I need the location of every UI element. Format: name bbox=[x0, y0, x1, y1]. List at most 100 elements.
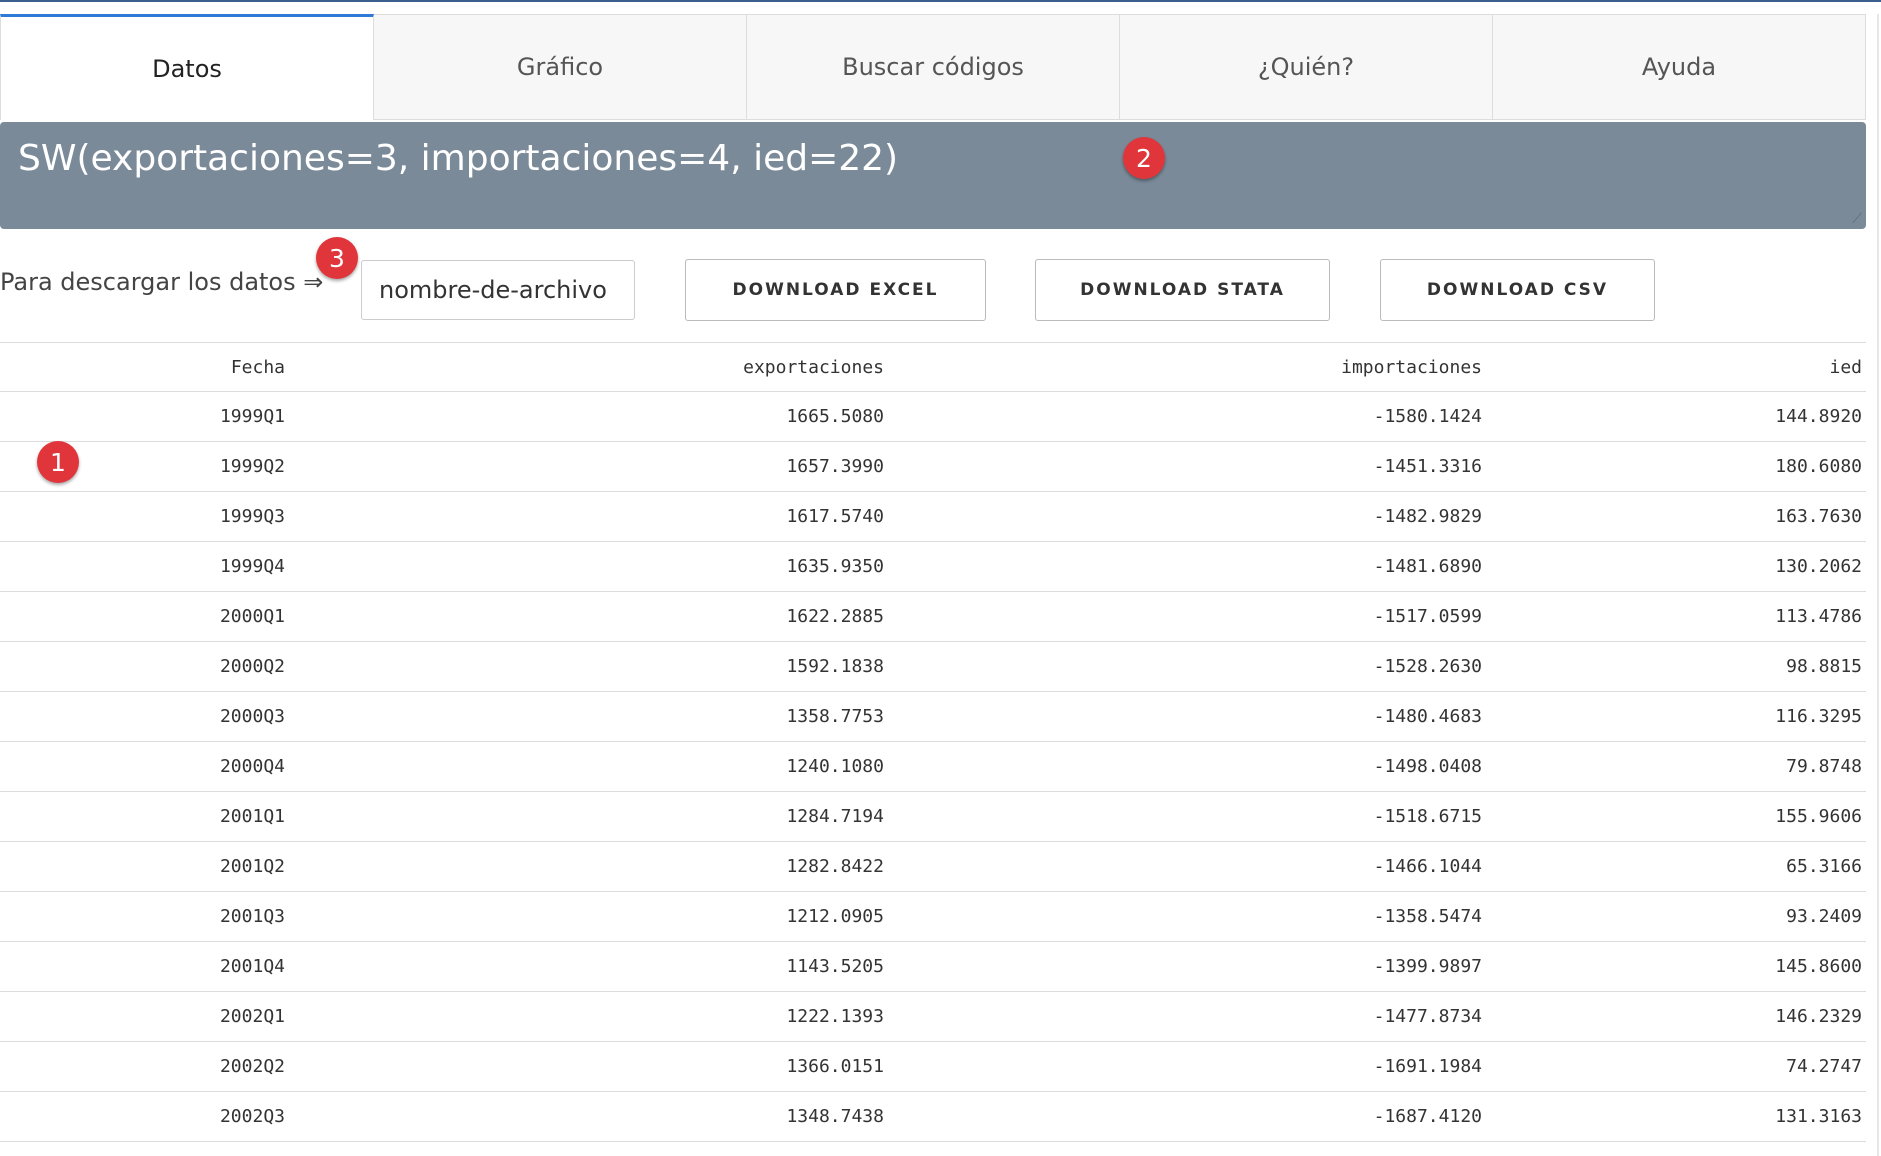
cell-fecha: 1999Q1 bbox=[219, 406, 285, 427]
tab-bar: Datos Gráfico Buscar códigos ¿Quién? Ayu… bbox=[0, 14, 1866, 120]
scrollbar-track[interactable] bbox=[1877, 14, 1879, 1156]
cell-importaciones: -1580.1424 bbox=[1373, 406, 1482, 427]
table-body: 1999Q1 1665.5080 -1580.1424 144.8920 1999Q2 1… bbox=[0, 392, 1866, 1142]
cell-ied: 131.3163 bbox=[1775, 1106, 1862, 1127]
cell-fecha: 1999Q4 bbox=[219, 556, 285, 577]
cell-fecha: 2000Q2 bbox=[219, 656, 285, 677]
table-row: 2001Q3 1212.0905 -1358.5474 93.2409 bbox=[0, 892, 1866, 942]
cell-exportaciones: 1592.1838 bbox=[786, 656, 884, 677]
resize-handle-icon[interactable]: ⟋ bbox=[1852, 212, 1862, 226]
cell-importaciones: -1518.6715 bbox=[1373, 806, 1482, 827]
cell-ied: 79.8748 bbox=[1786, 756, 1862, 777]
tab-ayuda[interactable]: Ayuda bbox=[1493, 14, 1866, 120]
cell-exportaciones: 1622.2885 bbox=[786, 606, 884, 627]
table-row: 2000Q4 1240.1080 -1498.0408 79.8748 bbox=[0, 742, 1866, 792]
cell-exportaciones: 1366.0151 bbox=[786, 1056, 884, 1077]
cell-fecha: 2000Q1 bbox=[219, 606, 285, 627]
cell-importaciones: -1477.8734 bbox=[1373, 1006, 1482, 1027]
table-row: 1999Q2 1657.3990 -1451.3316 180.6080 bbox=[0, 442, 1866, 492]
cell-ied: 65.3166 bbox=[1786, 856, 1862, 877]
cell-exportaciones: 1665.5080 bbox=[786, 406, 884, 427]
cell-ied: 144.8920 bbox=[1775, 406, 1862, 427]
table-row: 2000Q3 1358.7753 -1480.4683 116.3295 bbox=[0, 692, 1866, 742]
table-row: 2002Q1 1222.1393 -1477.8734 146.2329 bbox=[0, 992, 1866, 1042]
cell-exportaciones: 1143.5205 bbox=[786, 956, 884, 977]
data-table: Fecha exportaciones importaciones ied 19… bbox=[0, 342, 1866, 1142]
cell-ied: 98.8815 bbox=[1786, 656, 1862, 677]
table-row: 2000Q2 1592.1838 -1528.2630 98.8815 bbox=[0, 642, 1866, 692]
cell-ied: 155.9606 bbox=[1775, 806, 1862, 827]
cell-exportaciones: 1657.3990 bbox=[786, 456, 884, 477]
cell-exportaciones: 1284.7194 bbox=[786, 806, 884, 827]
cell-importaciones: -1498.0408 bbox=[1373, 756, 1482, 777]
table-row: 2000Q1 1622.2885 -1517.0599 113.4786 bbox=[0, 592, 1866, 642]
table-row: 2001Q4 1143.5205 -1399.9897 145.8600 bbox=[0, 942, 1866, 992]
cell-exportaciones: 1222.1393 bbox=[786, 1006, 884, 1027]
top-border bbox=[0, 0, 1881, 2]
header-ied[interactable]: ied bbox=[1482, 357, 1862, 378]
header-exportaciones[interactable]: exportaciones bbox=[285, 357, 884, 378]
cell-exportaciones: 1348.7438 bbox=[786, 1106, 884, 1127]
table-row: 2002Q2 1366.0151 -1691.1984 74.2747 bbox=[0, 1042, 1866, 1092]
download-csv-button[interactable]: DOWNLOAD CSV bbox=[1380, 259, 1655, 321]
download-stata-button[interactable]: DOWNLOAD STATA bbox=[1035, 259, 1330, 321]
header-importaciones[interactable]: importaciones bbox=[884, 357, 1482, 378]
cell-ied: 93.2409 bbox=[1786, 906, 1862, 927]
cell-importaciones: -1517.0599 bbox=[1373, 606, 1482, 627]
download-label: Para descargar los datos ⇒ bbox=[0, 268, 324, 296]
formula-textarea[interactable]: SW(exportaciones=3, importaciones=4, ied… bbox=[0, 122, 1866, 229]
cell-importaciones: -1482.9829 bbox=[1373, 506, 1482, 527]
cell-ied: 180.6080 bbox=[1775, 456, 1862, 477]
tab-quien[interactable]: ¿Quién? bbox=[1120, 14, 1493, 120]
download-excel-button[interactable]: DOWNLOAD EXCEL bbox=[685, 259, 986, 321]
cell-ied: 116.3295 bbox=[1775, 706, 1862, 727]
table-row: 1999Q1 1665.5080 -1580.1424 144.8920 bbox=[0, 392, 1866, 442]
header-fecha[interactable]: Fecha bbox=[0, 357, 285, 378]
filename-input[interactable] bbox=[361, 260, 635, 320]
cell-fecha: 2002Q2 bbox=[219, 1056, 285, 1077]
cell-ied: 74.2747 bbox=[1786, 1056, 1862, 1077]
annotation-badge-1: 1 bbox=[37, 441, 79, 483]
cell-importaciones: -1358.5474 bbox=[1373, 906, 1482, 927]
cell-ied: 163.7630 bbox=[1775, 506, 1862, 527]
formula-text: SW(exportaciones=3, importaciones=4, ied… bbox=[18, 138, 899, 179]
cell-importaciones: -1480.4683 bbox=[1373, 706, 1482, 727]
cell-fecha: 2001Q3 bbox=[219, 906, 285, 927]
cell-exportaciones: 1635.9350 bbox=[786, 556, 884, 577]
table-row: 1999Q3 1617.5740 -1482.9829 163.7630 bbox=[0, 492, 1866, 542]
cell-importaciones: -1451.3316 bbox=[1373, 456, 1482, 477]
cell-importaciones: -1691.1984 bbox=[1373, 1056, 1482, 1077]
cell-importaciones: -1528.2630 bbox=[1373, 656, 1482, 677]
cell-importaciones: -1466.1044 bbox=[1373, 856, 1482, 877]
cell-exportaciones: 1240.1080 bbox=[786, 756, 884, 777]
cell-fecha: 2000Q3 bbox=[219, 706, 285, 727]
cell-fecha: 2001Q4 bbox=[219, 956, 285, 977]
cell-fecha: 1999Q3 bbox=[219, 506, 285, 527]
cell-fecha: 2000Q4 bbox=[219, 756, 285, 777]
tab-grafico[interactable]: Gráfico bbox=[374, 14, 747, 120]
tab-datos[interactable]: Datos bbox=[0, 14, 374, 120]
cell-importaciones: -1399.9897 bbox=[1373, 956, 1482, 977]
annotation-badge-3: 3 bbox=[316, 237, 358, 279]
annotation-badge-2: 2 bbox=[1123, 137, 1165, 179]
tab-buscar-codigos[interactable]: Buscar códigos bbox=[747, 14, 1120, 120]
cell-ied: 113.4786 bbox=[1775, 606, 1862, 627]
cell-exportaciones: 1358.7753 bbox=[786, 706, 884, 727]
table-row: 2002Q3 1348.7438 -1687.4120 131.3163 bbox=[0, 1092, 1866, 1142]
table-header: Fecha exportaciones importaciones ied bbox=[0, 342, 1866, 392]
table-row: 1999Q4 1635.9350 -1481.6890 130.2062 bbox=[0, 542, 1866, 592]
cell-fecha: 2002Q1 bbox=[219, 1006, 285, 1027]
cell-importaciones: -1687.4120 bbox=[1373, 1106, 1482, 1127]
cell-exportaciones: 1617.5740 bbox=[786, 506, 884, 527]
cell-fecha: 2001Q2 bbox=[219, 856, 285, 877]
cell-exportaciones: 1212.0905 bbox=[786, 906, 884, 927]
cell-fecha: 2001Q1 bbox=[219, 806, 285, 827]
table-row: 2001Q1 1284.7194 -1518.6715 155.9606 bbox=[0, 792, 1866, 842]
cell-importaciones: -1481.6890 bbox=[1373, 556, 1482, 577]
cell-ied: 145.8600 bbox=[1775, 956, 1862, 977]
cell-exportaciones: 1282.8422 bbox=[786, 856, 884, 877]
table-row: 2001Q2 1282.8422 -1466.1044 65.3166 bbox=[0, 842, 1866, 892]
cell-ied: 130.2062 bbox=[1775, 556, 1862, 577]
cell-ied: 146.2329 bbox=[1775, 1006, 1862, 1027]
cell-fecha: 2002Q3 bbox=[219, 1106, 285, 1127]
